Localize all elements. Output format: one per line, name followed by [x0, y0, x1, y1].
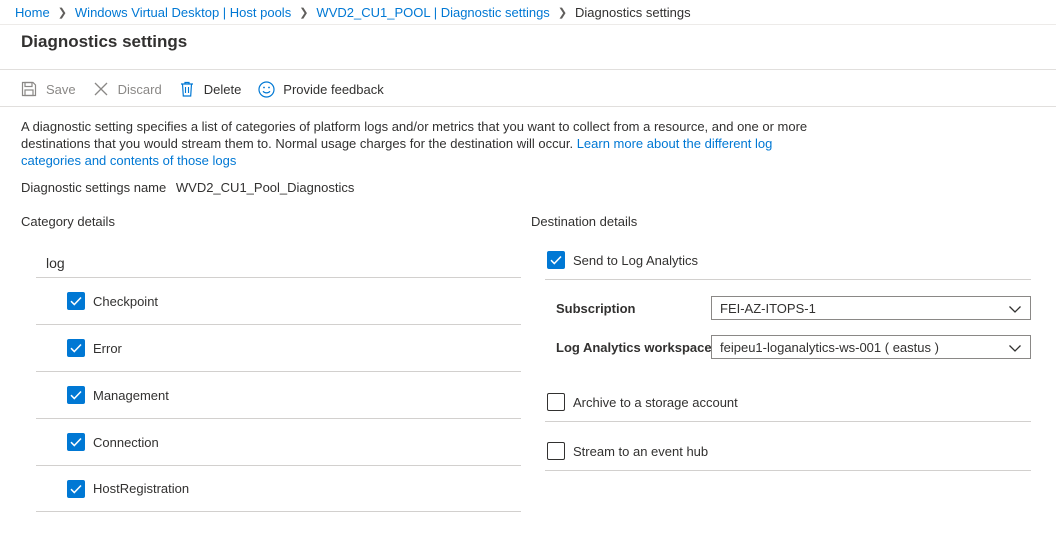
log-category-connection: Connection — [36, 418, 521, 465]
workspace-label: Log Analytics workspace — [556, 340, 712, 355]
subscription-value: FEI-AZ-ITOPS-1 — [720, 300, 816, 316]
archive-storage-checkbox[interactable] — [547, 393, 565, 411]
log-group-header: log — [46, 255, 65, 271]
chevron-down-icon — [1009, 306, 1021, 313]
close-icon — [92, 80, 110, 98]
divider — [545, 470, 1031, 471]
description: A diagnostic setting specifies a list of… — [21, 118, 821, 169]
destination-details-heading: Destination details — [531, 214, 638, 229]
checkmark-icon — [70, 296, 82, 306]
divider — [545, 421, 1031, 422]
setting-name-label: Diagnostic settings name — [21, 180, 167, 195]
delete-button[interactable]: Delete — [178, 80, 242, 98]
page-title: Diagnostics settings — [21, 32, 188, 51]
event-hub-label: Stream to an event hub — [573, 443, 709, 459]
management-checkbox[interactable] — [67, 386, 85, 404]
category-details-heading: Category details — [21, 214, 115, 229]
hostregistration-label: HostRegistration — [93, 481, 190, 496]
checkmark-icon — [70, 343, 82, 353]
command-bar: Save Discard Delete Provide feedback — [20, 78, 400, 100]
chevron-right-icon: ❯ — [557, 6, 568, 19]
provide-feedback-button[interactable]: Provide feedback — [257, 80, 384, 98]
send-to-log-analytics-label: Send to Log Analytics — [573, 252, 699, 268]
chevron-right-icon: ❯ — [299, 6, 309, 19]
workspace-value: feipeu1-loganalytics-ws-001 ( eastus ) — [720, 339, 939, 355]
event-hub-checkbox[interactable] — [547, 442, 565, 460]
chevron-right-icon: ❯ — [57, 6, 67, 19]
error-checkbox[interactable] — [67, 339, 85, 357]
discard-label: Discard — [117, 81, 162, 97]
breadcrumb-current: Diagnostics settings — [575, 4, 691, 20]
delete-label: Delete — [203, 81, 242, 97]
management-label: Management — [93, 387, 169, 403]
event-hub-option: Stream to an event hub — [547, 442, 708, 460]
log-category-hostregistration: HostRegistration — [36, 465, 521, 512]
error-label: Error — [93, 340, 122, 356]
divider — [0, 106, 1056, 107]
log-category-list: Checkpoint Error Management Connection H… — [36, 277, 521, 512]
checkpoint-label: Checkpoint — [93, 293, 159, 309]
checkmark-icon — [70, 390, 82, 400]
subscription-label: Subscription — [556, 301, 636, 316]
divider — [0, 69, 1056, 70]
feedback-label: Provide feedback — [283, 81, 384, 97]
subscription-dropdown[interactable]: FEI-AZ-ITOPS-1 — [711, 296, 1031, 320]
checkpoint-checkbox[interactable] — [67, 292, 85, 310]
save-button[interactable]: Save — [20, 80, 76, 98]
checkmark-icon — [550, 255, 562, 265]
send-to-log-analytics-option: Send to Log Analytics — [547, 251, 698, 269]
breadcrumb: Home ❯ Windows Virtual Desktop | Host po… — [15, 4, 691, 20]
connection-checkbox[interactable] — [67, 433, 85, 451]
diagnostic-settings-name: Diagnostic settings name WVD2_CU1_Pool_D… — [21, 180, 354, 195]
hostregistration-checkbox[interactable] — [67, 479, 85, 498]
breadcrumb-home[interactable]: Home — [15, 5, 50, 20]
checkmark-icon — [70, 484, 82, 494]
connection-label: Connection — [93, 434, 159, 450]
smiley-icon — [257, 80, 275, 98]
breadcrumb-pool-diagnostic-settings[interactable]: WVD2_CU1_POOL | Diagnostic settings — [316, 5, 549, 20]
setting-name-value: WVD2_CU1_Pool_Diagnostics — [175, 180, 355, 195]
trash-icon — [178, 80, 196, 98]
save-label: Save — [46, 81, 76, 97]
divider — [0, 24, 1056, 25]
chevron-down-icon — [1009, 345, 1021, 352]
send-to-log-analytics-checkbox[interactable] — [547, 251, 565, 269]
log-category-management: Management — [36, 371, 521, 418]
breadcrumb-host-pools[interactable]: Windows Virtual Desktop | Host pools — [75, 5, 291, 20]
divider — [545, 279, 1031, 280]
save-icon — [20, 80, 38, 98]
log-analytics-workspace-dropdown[interactable]: feipeu1-loganalytics-ws-001 ( eastus ) — [711, 335, 1031, 359]
log-category-checkpoint: Checkpoint — [36, 277, 521, 324]
discard-button[interactable]: Discard — [92, 80, 162, 98]
archive-storage-option: Archive to a storage account — [547, 393, 738, 411]
archive-storage-label: Archive to a storage account — [573, 394, 738, 410]
checkmark-icon — [70, 437, 82, 447]
log-category-error: Error — [36, 324, 521, 371]
